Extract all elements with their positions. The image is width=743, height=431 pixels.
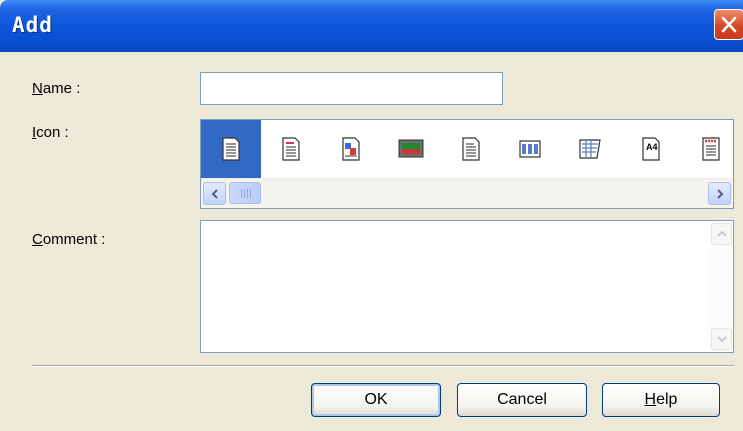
document-red-lines-icon (282, 137, 300, 161)
icon-option-4[interactable] (381, 120, 441, 178)
cancel-button[interactable]: Cancel (457, 383, 587, 417)
ok-button[interactable]: OK (311, 383, 441, 417)
monitor-picture-icon (398, 139, 424, 158)
document-diagonal-grid-icon (579, 139, 601, 159)
scroll-left-button[interactable] (203, 182, 226, 205)
close-icon (721, 16, 737, 33)
window-title: Add (12, 13, 53, 37)
icon-horizontal-scrollbar[interactable] (201, 178, 733, 208)
add-dialog: Add Name : Icon : A4 Comment: OK Cancel… (0, 0, 743, 431)
document-image-icon (342, 137, 360, 161)
scroll-thumb[interactable] (229, 182, 261, 204)
icon-option-2[interactable] (261, 120, 321, 178)
a4-label: A4 (646, 142, 658, 152)
divider (32, 365, 734, 367)
scroll-right-button[interactable] (708, 182, 731, 205)
help-button[interactable]: Help (602, 383, 720, 417)
comment-textarea[interactable] (200, 220, 734, 353)
document-grid-icon (519, 140, 541, 158)
document-lines-icon (222, 137, 240, 161)
icon-option-6[interactable] (501, 120, 561, 178)
icon-list: A4 (200, 119, 734, 209)
document-red-header-icon (702, 137, 720, 161)
icon-option-7[interactable] (561, 120, 621, 178)
name-label: Name : (32, 80, 81, 97)
chevron-down-icon (716, 336, 727, 343)
chevron-up-icon (716, 230, 727, 237)
scroll-down-button[interactable] (711, 328, 732, 350)
document-plain-icon (462, 137, 480, 161)
chevron-left-icon (211, 188, 218, 199)
chevron-right-icon (716, 188, 723, 199)
icon-option-5[interactable] (441, 120, 501, 178)
title-bar[interactable]: Add (0, 0, 743, 52)
close-button[interactable] (714, 9, 743, 40)
icon-option-1[interactable] (201, 120, 261, 178)
comment-label: Comment : (32, 231, 106, 248)
icon-option-9[interactable] (681, 120, 741, 178)
icon-label: Icon : (32, 124, 69, 141)
scroll-up-button[interactable] (711, 223, 732, 245)
comment-vertical-scrollbar[interactable] (709, 221, 733, 352)
name-input[interactable] (200, 72, 503, 105)
icon-option-3[interactable] (321, 120, 381, 178)
